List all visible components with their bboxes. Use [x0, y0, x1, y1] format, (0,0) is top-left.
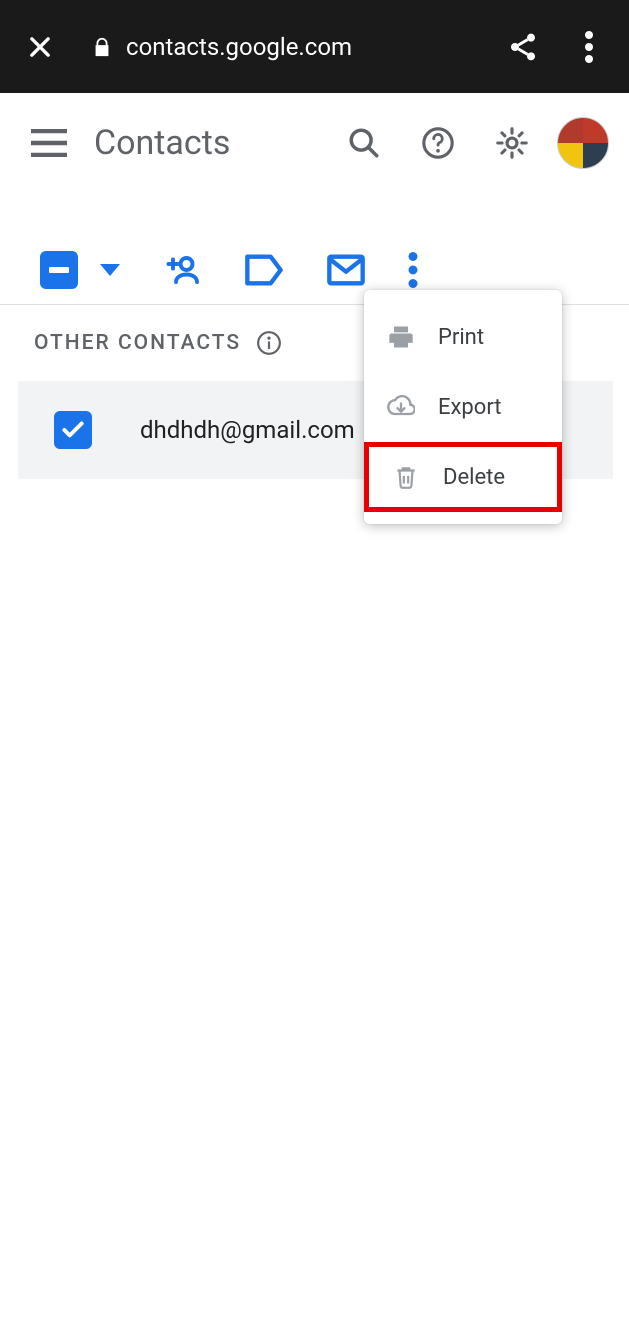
menu-item-print[interactable]: Print	[364, 302, 562, 372]
selection-dropdown-icon[interactable]	[100, 264, 120, 276]
info-icon[interactable]	[255, 329, 283, 357]
help-icon[interactable]	[413, 118, 463, 168]
close-icon[interactable]	[20, 27, 60, 67]
browser-chrome-bar: contacts.google.com	[0, 0, 629, 93]
menu-item-label: Print	[438, 325, 484, 350]
menu-icon[interactable]	[24, 118, 74, 168]
section-label: OTHER CONTACTS	[34, 331, 241, 355]
delete-icon	[391, 462, 421, 492]
share-icon[interactable]	[503, 27, 543, 67]
menu-item-label: Delete	[443, 465, 505, 490]
lock-icon	[90, 35, 114, 59]
menu-item-export[interactable]: Export	[364, 372, 562, 442]
add-to-contacts-icon[interactable]	[162, 252, 202, 288]
label-icon[interactable]	[244, 253, 284, 287]
menu-item-delete[interactable]: Delete	[364, 442, 562, 512]
browser-more-icon[interactable]	[569, 27, 609, 67]
print-icon	[386, 322, 416, 352]
contact-checkbox[interactable]	[54, 411, 92, 449]
more-actions-icon[interactable]	[408, 252, 418, 288]
email-icon[interactable]	[326, 253, 366, 287]
page-title: Contacts	[94, 123, 327, 163]
menu-item-label: Export	[438, 395, 502, 420]
search-icon[interactable]	[339, 118, 389, 168]
selection-indicator[interactable]	[40, 251, 78, 289]
settings-icon[interactable]	[487, 118, 537, 168]
avatar[interactable]	[557, 117, 609, 169]
browser-url[interactable]: contacts.google.com	[126, 33, 503, 61]
app-header: Contacts	[0, 93, 629, 193]
contact-email: dhdhdh@gmail.com	[140, 416, 355, 444]
export-icon	[386, 392, 416, 422]
actions-menu: Print Export Delete	[364, 290, 562, 524]
